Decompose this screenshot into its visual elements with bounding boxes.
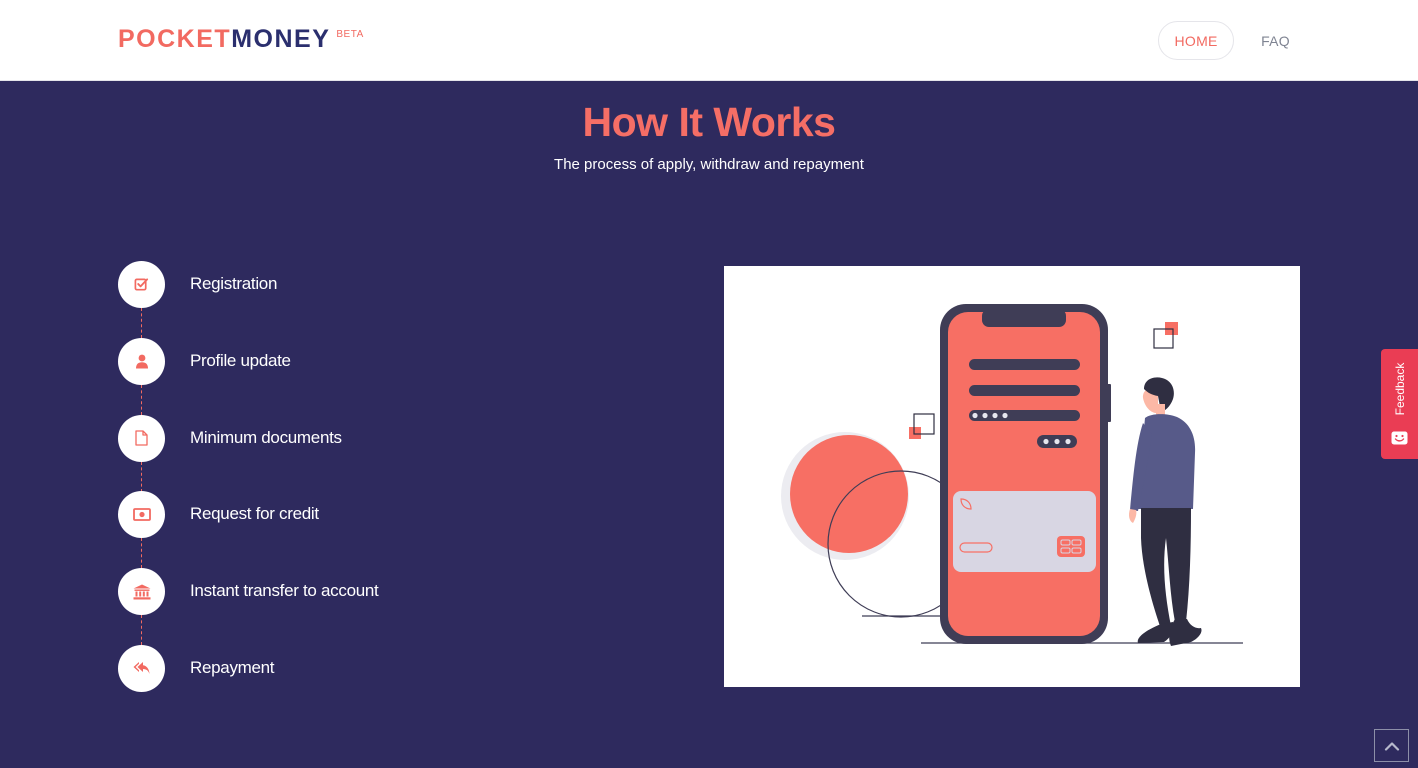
step-item-repayment: Repayment [118, 644, 518, 722]
scroll-to-top-button[interactable] [1374, 729, 1409, 762]
phone-payment-illustration [781, 304, 1243, 646]
step-icon-circle [118, 261, 165, 308]
page-title: How It Works [582, 99, 836, 145]
phone-side-button [1106, 384, 1111, 422]
logo-pocket-text: POCKET [118, 25, 232, 53]
main-nav: HOME FAQ [1158, 21, 1290, 60]
feedback-tab[interactable]: Feedback [1381, 349, 1418, 459]
smiley-icon [1391, 431, 1408, 445]
square-accent-left [909, 427, 921, 439]
bank-icon [133, 584, 150, 600]
credit-card [953, 491, 1096, 572]
step-label: Instant transfer to account [190, 581, 379, 601]
step-icon-circle [118, 568, 165, 616]
feedback-label: Feedback [1392, 362, 1407, 416]
step-connector [141, 308, 142, 338]
illustration-panel [724, 266, 1300, 687]
step-icon-circle [118, 644, 165, 692]
logo-money-text: MONEY [231, 25, 331, 53]
step-item-instant-transfer: Instant transfer to account [118, 568, 518, 646]
money-icon [132, 508, 151, 522]
step-label: Minimum documents [190, 427, 342, 447]
user-icon [135, 354, 148, 369]
person-figure [1129, 377, 1202, 646]
nav-home-link[interactable]: HOME [1158, 21, 1235, 60]
step-icon-circle [118, 491, 165, 539]
checkbox-icon [134, 278, 149, 291]
step-icon-circle [118, 414, 165, 462]
step-item-registration: Registration [118, 261, 518, 338]
step-label: Registration [190, 274, 278, 293]
step-item-profile-update: Profile update [118, 337, 518, 415]
page-subtitle: The process of apply, withdraw and repay… [554, 156, 864, 173]
site-header: POCKET MONEY BETA HOME FAQ [0, 0, 1418, 81]
step-label: Repayment [190, 657, 275, 677]
step-item-request-credit: Request for credit [118, 491, 518, 569]
step-connector [141, 384, 142, 415]
step-label: Request for credit [190, 504, 319, 524]
coral-circle [790, 435, 908, 553]
chevron-up-icon [1384, 741, 1399, 751]
step-connector [141, 538, 142, 569]
step-connector [141, 615, 142, 646]
step-item-minimum-documents: Minimum documents [118, 414, 518, 492]
card-chip [1057, 536, 1085, 557]
form-line-2 [969, 385, 1080, 396]
step-label: Profile update [190, 350, 291, 370]
step-icon-circle [118, 337, 165, 385]
reply-icon [133, 661, 150, 674]
phone-notch [982, 309, 1066, 327]
step-connector [141, 461, 142, 492]
logo[interactable]: POCKET MONEY BETA [118, 26, 364, 52]
beta-badge: BETA [336, 29, 364, 40]
document-icon [135, 430, 148, 446]
form-line-1 [969, 359, 1080, 370]
steps-list: Registration Profile update Minimum docu… [118, 261, 518, 722]
nav-faq-link[interactable]: FAQ [1261, 33, 1290, 49]
